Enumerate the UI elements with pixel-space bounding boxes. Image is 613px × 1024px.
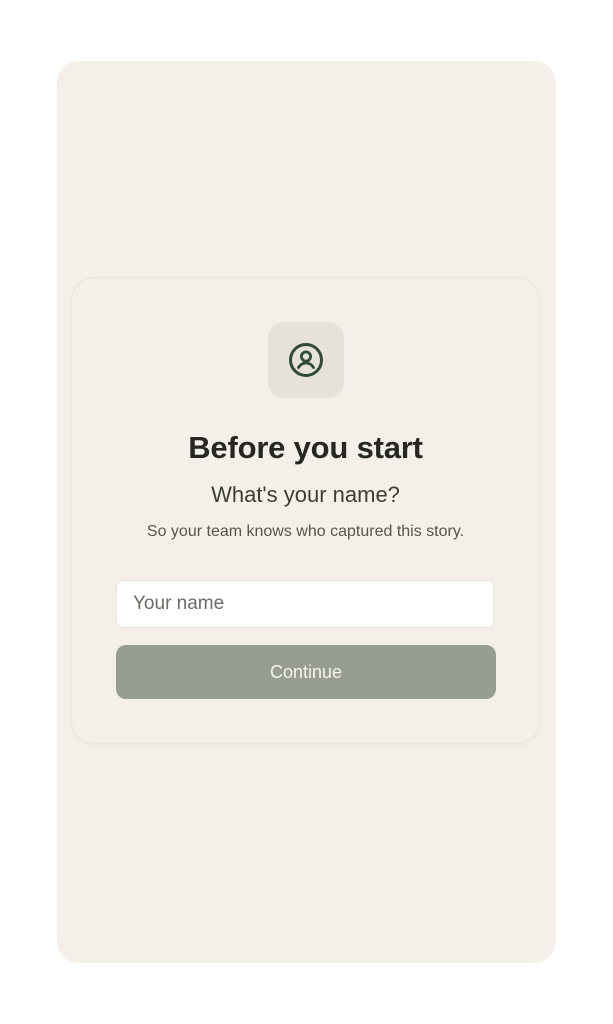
- name-question: What's your name?: [211, 482, 400, 507]
- user-circle-icon: [289, 343, 323, 377]
- helper-text: So your team knows who captured this sto…: [146, 523, 465, 540]
- name-input[interactable]: [116, 580, 494, 628]
- page-title: Before you start: [188, 430, 423, 465]
- avatar-tile: [268, 322, 344, 398]
- name-prompt-card: Before you start What's your name? So yo…: [71, 277, 540, 744]
- app-screen: Before you start What's your name? So yo…: [57, 61, 556, 963]
- continue-button[interactable]: Continue: [116, 645, 496, 699]
